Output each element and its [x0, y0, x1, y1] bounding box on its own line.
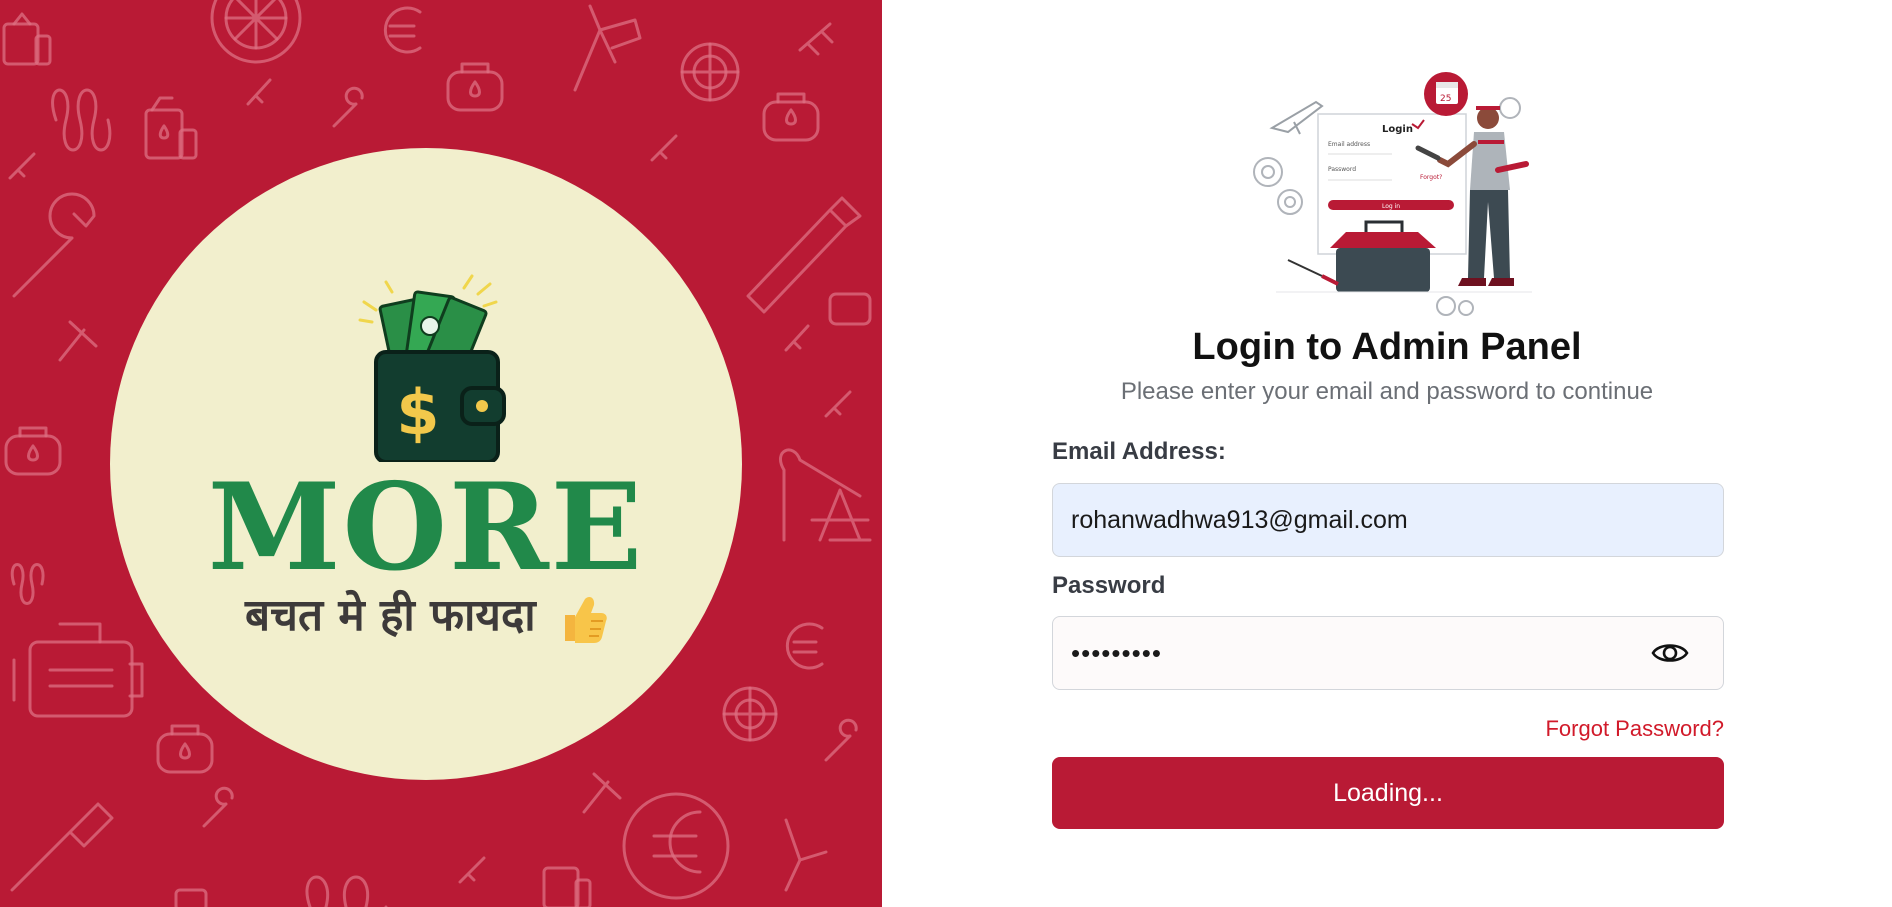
illustration-button-caption: Log in: [1382, 203, 1400, 210]
brand-tagline: बचत मे ही फायदा: [110, 590, 742, 643]
spark-plug-icon: [458, 856, 486, 884]
screwdriver-icon: [10, 802, 114, 892]
spark-plug-icon: [798, 22, 834, 56]
brand-logo-text: MORE: [207, 457, 645, 598]
caliper-icon: [573, 4, 642, 92]
spark-plug-icon: [650, 134, 678, 162]
calendar-icon: 25: [1424, 72, 1468, 116]
brand-tagline-text: बचत मे ही फायदा: [244, 590, 536, 641]
oil-can-icon: [2, 12, 52, 66]
spring-icon: [305, 875, 388, 907]
login-illustration: Login Email address Password Forgot? Log…: [1253, 72, 1532, 316]
oil-tank-icon: [4, 426, 62, 476]
spark-plug-icon: [784, 324, 810, 352]
wrench-icon: [12, 192, 96, 298]
email-input-value: rohanwadhwa913@gmail.com: [1071, 505, 1408, 534]
email-input[interactable]: rohanwadhwa913@gmail.com: [1052, 483, 1724, 557]
gear-icon: [785, 622, 824, 670]
wallet-icon: $: [358, 274, 506, 462]
screwdriver-icon: [1287, 259, 1339, 286]
oil-pump-icon: [779, 448, 872, 542]
password-label: Password: [1052, 572, 1166, 599]
illustration-email-caption: Email address: [1328, 141, 1370, 148]
oil-can-icon: [542, 866, 592, 907]
page-subtitle: Please enter your email and password to …: [1120, 378, 1654, 405]
spark-plug-icon: [824, 390, 852, 418]
wrench-icon: [824, 718, 858, 762]
password-input-value: •••••••••: [1071, 637, 1162, 668]
oil-tank-icon: [762, 92, 820, 142]
dollar-icon: $: [396, 376, 439, 449]
wrench-icon: [202, 786, 234, 828]
spring-icon: [10, 563, 45, 605]
page-title: Login to Admin Panel: [1192, 326, 1582, 368]
oil-tank-icon: [156, 724, 214, 774]
email-label: Email Address:: [1052, 438, 1226, 465]
password-input[interactable]: •••••••••: [1052, 616, 1724, 690]
brand-panel: $ MORE बचत मे ही फायदा: [0, 0, 882, 907]
spark-plug-icon: [8, 152, 36, 180]
wheel-icon: [680, 42, 740, 102]
thumbs-up-icon: [565, 597, 607, 643]
oil-tank-icon: [446, 62, 504, 112]
gear-icon: [383, 6, 422, 54]
illustration-login-label: Login: [1382, 124, 1413, 135]
hammer-icon: [582, 772, 622, 814]
illustration-forgot-caption: Forgot?: [1420, 174, 1442, 181]
login-panel: Login Email address Password Forgot? Log…: [882, 0, 1892, 907]
illustration-password-caption: Password: [1328, 166, 1356, 173]
wrench-icon: [332, 86, 364, 128]
login-page: $ MORE बचत मे ही फायदा Login Email addre…: [0, 0, 1892, 907]
gear-icon: [622, 792, 730, 900]
gear-icon: [1253, 157, 1303, 215]
hammer-icon: [58, 320, 98, 362]
wheel-icon: [722, 686, 778, 742]
wheel-icon: [210, 0, 302, 64]
calendar-day: 25: [1440, 94, 1451, 104]
plane-icon: [1269, 100, 1324, 135]
oil-can-icon: [174, 888, 208, 907]
show-password-eye-icon[interactable]: [1651, 638, 1689, 668]
login-submit-button[interactable]: Loading...: [1052, 757, 1724, 829]
spring-icon: [51, 88, 112, 152]
forgot-password-link[interactable]: Forgot Password?: [1545, 716, 1724, 742]
caliper-icon: [784, 818, 828, 892]
spark-plug-icon: [246, 78, 272, 106]
oil-can-icon: [144, 96, 198, 160]
engine-icon: [828, 292, 872, 326]
